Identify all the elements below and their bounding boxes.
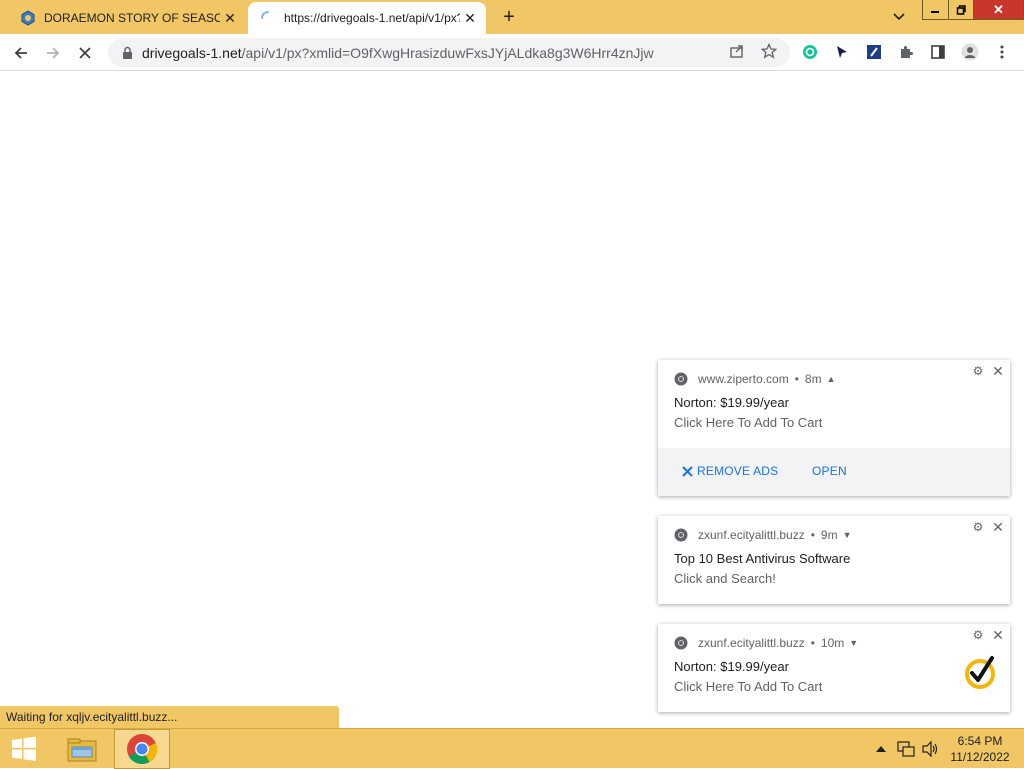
url-domain: drivegoals-1.net bbox=[142, 44, 242, 61]
close-icon bbox=[682, 465, 693, 477]
notification-header: zxunf.ecityalittl.buzz • 9m ▼ bbox=[674, 526, 852, 544]
notification-source: zxunf.ecityalittl.buzz bbox=[698, 528, 805, 542]
chrome-taskbar-button[interactable] bbox=[114, 729, 170, 769]
norton-checkmark-icon bbox=[965, 656, 995, 689]
share-icon[interactable] bbox=[727, 41, 747, 61]
status-bubble: Waiting for xqljv.ecityalittl.buzz... bbox=[0, 706, 339, 728]
extensions-puzzle-icon[interactable] bbox=[896, 42, 916, 62]
new-tab-button[interactable]: + bbox=[496, 5, 522, 29]
close-icon[interactable]: ✕ bbox=[220, 8, 240, 28]
show-hidden-icons-icon[interactable] bbox=[872, 729, 890, 769]
minimize-button[interactable] bbox=[923, 0, 949, 19]
system-clock[interactable]: 6:54 PM 11/12/2022 bbox=[944, 733, 1016, 765]
gear-icon[interactable]: ⚙ bbox=[970, 363, 986, 379]
browser-toolbar: drivegoals-1.net/api/v1/px?xmlid=O9fXwgH… bbox=[0, 34, 1024, 71]
file-explorer-button[interactable] bbox=[54, 729, 110, 769]
separator-dot: • bbox=[810, 636, 815, 650]
chrome-icon bbox=[674, 636, 688, 650]
close-icon[interactable]: ✕ bbox=[460, 8, 480, 28]
chevron-down-icon[interactable]: ▼ bbox=[849, 638, 858, 648]
chrome-icon bbox=[127, 734, 158, 765]
notification-source: zxunf.ecityalittl.buzz bbox=[698, 636, 805, 650]
clock-date: 11/12/2022 bbox=[950, 750, 1010, 764]
grammarly-extension-icon[interactable] bbox=[800, 42, 820, 62]
notification-age: 8m bbox=[804, 372, 822, 386]
separator-dot: • bbox=[810, 528, 815, 542]
gear-icon[interactable]: ⚙ bbox=[970, 627, 986, 643]
address-bar[interactable]: drivegoals-1.net/api/v1/px?xmlid=O9fXwgH… bbox=[108, 38, 790, 67]
notification-age: 10m bbox=[820, 636, 845, 650]
notification-message: Click and Search! bbox=[674, 571, 776, 586]
loading-spinner-icon bbox=[260, 10, 276, 26]
notification-message: Click Here To Add To Cart bbox=[674, 679, 823, 694]
remove-ads-button[interactable]: REMOVE ADS bbox=[682, 464, 778, 478]
chevron-down-icon[interactable]: ▼ bbox=[843, 530, 852, 540]
notification-header: zxunf.ecityalittl.buzz • 10m ▼ bbox=[674, 634, 858, 652]
url-text: drivegoals-1.net/api/v1/px?xmlid=O9fXwgH… bbox=[142, 45, 654, 61]
open-button[interactable]: OPEN bbox=[812, 464, 847, 478]
tab-active-page[interactable]: https://drivegoals-1.net/api/v1/px?xmlid… bbox=[248, 2, 486, 34]
window-controls: ✕ bbox=[922, 0, 1024, 20]
close-icon[interactable]: ✕ bbox=[990, 519, 1006, 535]
notification-actions: REMOVE ADS OPEN bbox=[658, 448, 1010, 496]
tab-title: https://drivegoals-1.net/api/v1/px?xmlid… bbox=[284, 11, 460, 25]
forward-arrow-icon[interactable] bbox=[40, 40, 66, 66]
remove-ads-label: REMOVE ADS bbox=[697, 464, 779, 478]
side-panel-icon[interactable] bbox=[928, 42, 948, 62]
gear-icon[interactable]: ⚙ bbox=[970, 519, 986, 535]
notification-age: 9m bbox=[820, 528, 838, 542]
cursor-extension-icon[interactable] bbox=[832, 42, 852, 62]
lock-icon[interactable] bbox=[120, 45, 134, 61]
clock-time: 6:54 PM bbox=[957, 734, 1003, 748]
chrome-icon bbox=[674, 372, 688, 386]
notification-header: www.ziperto.com • 8m ▲ bbox=[674, 370, 836, 388]
notification-title: Norton: $19.99/year bbox=[674, 395, 789, 410]
notification-source: www.ziperto.com bbox=[698, 372, 789, 386]
folder-icon bbox=[67, 738, 97, 762]
volume-icon[interactable] bbox=[918, 729, 942, 769]
close-window-button[interactable]: ✕ bbox=[974, 0, 1023, 19]
taskbar: 6:54 PM 11/12/2022 bbox=[0, 728, 1024, 769]
notification-title: Norton: $19.99/year bbox=[674, 659, 789, 674]
tab-search-chevron-icon[interactable] bbox=[888, 6, 910, 28]
notification-card[interactable]: zxunf.ecityalittl.buzz • 10m ▼ ⚙ ✕ Norto… bbox=[658, 624, 1010, 712]
menu-kebab-icon[interactable] bbox=[992, 42, 1012, 62]
separator-dot: • bbox=[794, 372, 799, 386]
tab-doraemon[interactable]: DORAEMON STORY OF SEASONS ✕ bbox=[8, 2, 246, 34]
open-label: OPEN bbox=[812, 464, 847, 478]
tab-strip: DORAEMON STORY OF SEASONS ✕ https://driv… bbox=[0, 0, 1024, 34]
restore-button[interactable] bbox=[948, 0, 974, 19]
tab-title: DORAEMON STORY OF SEASONS bbox=[44, 11, 220, 25]
notification-title: Top 10 Best Antivirus Software bbox=[674, 551, 851, 566]
chrome-icon bbox=[674, 528, 688, 542]
notification-card[interactable]: zxunf.ecityalittl.buzz • 9m ▼ ⚙ ✕ Top 10… bbox=[658, 516, 1010, 604]
game-shield-icon bbox=[20, 10, 36, 26]
chevron-up-icon[interactable]: ▲ bbox=[827, 374, 836, 384]
notification-card[interactable]: www.ziperto.com • 8m ▲ ⚙ ✕ Norton: $19.9… bbox=[658, 360, 1010, 496]
blue-square-extension-icon[interactable] bbox=[864, 42, 884, 62]
network-icon[interactable] bbox=[894, 729, 918, 769]
notification-message: Click Here To Add To Cart bbox=[674, 415, 823, 430]
windows-logo-icon bbox=[12, 736, 36, 761]
bookmark-star-icon[interactable] bbox=[759, 41, 779, 61]
profile-avatar-icon[interactable] bbox=[960, 42, 980, 62]
close-icon[interactable]: ✕ bbox=[990, 627, 1006, 643]
url-path: /api/v1/px?xmlid=O9fXwgHrasizduwFxsJYjAL… bbox=[241, 44, 654, 61]
back-arrow-icon[interactable] bbox=[8, 40, 34, 66]
stop-loading-icon[interactable] bbox=[72, 40, 98, 66]
start-button[interactable] bbox=[0, 729, 48, 769]
close-icon[interactable]: ✕ bbox=[990, 363, 1006, 379]
